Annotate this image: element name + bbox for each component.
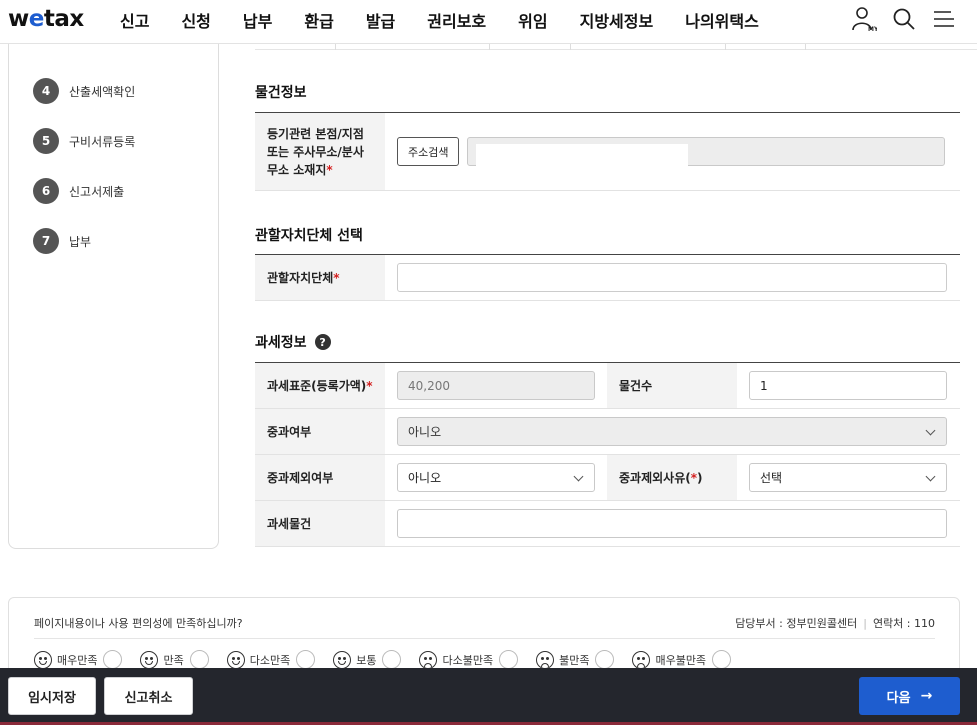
step-label: 산출세액확인 — [69, 84, 136, 99]
heavy-exclusion-reason-label: 중과제외사유(*) — [607, 455, 737, 500]
nav-item-apply[interactable]: 신청 — [181, 8, 210, 32]
nav-item-local-tax-info[interactable]: 지방세정보 — [580, 8, 654, 32]
heavy-tax-label: 중과여부 — [255, 409, 385, 454]
survey-option-somewhat-satisfied[interactable]: 다소만족 — [226, 650, 316, 669]
survey-question: 페이지내용이나 사용 편의성에 만족하십니까? — [34, 617, 243, 630]
required-mark: * — [326, 162, 333, 177]
chevron-down-icon — [925, 425, 936, 436]
radio-button[interactable] — [103, 650, 123, 669]
temp-save-button[interactable]: 임시저장 — [8, 677, 96, 715]
property-table: 등기관련 본점/지점 또는 주사무소/분사 무소 소재지* 주소검색 — [255, 112, 960, 191]
radio-button[interactable] — [712, 650, 732, 669]
step-number: 7 — [33, 228, 59, 254]
count-input[interactable]: 1 — [749, 371, 947, 400]
jurisdiction-row: 관할자치단체 * — [255, 255, 960, 301]
address-masked — [476, 144, 689, 166]
address-label: 등기관련 본점/지점 또는 주사무소/분사 무소 소재지* — [255, 113, 385, 190]
step-label: 신고서제출 — [69, 184, 125, 199]
tax-base-row: 과세표준(등록가액) * 40,200 물건수 1 — [255, 363, 960, 409]
neutral-face-icon — [333, 650, 352, 669]
happy-face-icon — [226, 650, 245, 669]
radio-button[interactable] — [499, 650, 519, 669]
nav-item-pay[interactable]: 납부 — [243, 8, 272, 32]
radio-button[interactable] — [382, 650, 402, 669]
scrolled-table-remnant — [255, 44, 977, 50]
jurisdiction-table: 관할자치단체 * — [255, 254, 960, 301]
survey-option-very-satisfied[interactable]: 매우만족 — [34, 650, 123, 669]
main-nav: 신고 신청 납부 환급 발급 권리보호 위임 지방세정보 나의위택스 — [120, 0, 791, 40]
heavy-exclusion-reason-select[interactable]: 선택 — [749, 463, 947, 492]
tax-object-label: 과세물건 — [255, 501, 385, 546]
chevron-down-icon — [925, 471, 936, 482]
nav-item-rights[interactable]: 권리보호 — [427, 8, 486, 32]
nav-item-refund[interactable]: 환급 — [304, 8, 333, 32]
heavy-tax-row: 중과여부 아니오 — [255, 409, 960, 455]
survey-option-dissatisfied[interactable]: 불만족 — [536, 650, 615, 669]
search-icon[interactable] — [891, 6, 917, 32]
sad-face-icon — [632, 650, 651, 669]
section-title-property: 물건정보 — [255, 85, 307, 101]
nav-item-issue[interactable]: 발급 — [366, 8, 395, 32]
step-label: 납부 — [69, 234, 92, 249]
step-number: 5 — [33, 128, 59, 154]
step-sidebar: 4 산출세액확인 5 구비서류등록 6 신고서제출 7 납부 — [8, 30, 219, 549]
survey-option-satisfied[interactable]: 만족 — [140, 650, 209, 669]
cancel-report-button[interactable]: 신고취소 — [104, 677, 193, 715]
heavy-exclusion-label: 중과제외여부 — [255, 455, 385, 500]
survey-option-neutral[interactable]: 보통 — [333, 650, 402, 669]
heavy-tax-select[interactable]: 아니오 — [397, 417, 947, 446]
address-search-button[interactable]: 주소검색 — [397, 137, 460, 166]
svg-text:MY: MY — [868, 26, 877, 32]
step-item-5: 5 구비서류등록 — [33, 128, 135, 154]
jurisdiction-input[interactable] — [397, 263, 947, 292]
nav-item-delegation[interactable]: 위임 — [518, 8, 547, 32]
address-input[interactable] — [467, 137, 946, 166]
divider — [34, 638, 935, 639]
tax-object-input[interactable] — [397, 509, 947, 538]
step-item-4: 4 산출세액확인 — [33, 78, 135, 104]
survey-option-very-dissatisfied[interactable]: 매우불만족 — [632, 650, 732, 669]
happy-face-icon — [34, 650, 52, 669]
tax-base-label: 과세표준(등록가액) * — [255, 363, 385, 408]
arrow-right-icon: → — [920, 688, 933, 704]
radio-button[interactable] — [296, 650, 316, 669]
nav-item-my-wetax[interactable]: 나의위택스 — [685, 8, 759, 32]
help-icon[interactable]: ? — [314, 334, 331, 350]
taxation-table: 과세표준(등록가액) * 40,200 물건수 1 중과여부 아니오 중과제외여부… — [255, 362, 960, 547]
sad-face-icon — [536, 650, 555, 669]
chevron-down-icon — [573, 471, 584, 482]
wetax-logo[interactable]: wetax — [8, 6, 84, 32]
bottom-action-bar: 임시저장 신고취소 다음 → — [0, 668, 977, 725]
heavy-exclusion-select[interactable]: 아니오 — [397, 463, 595, 492]
radio-button[interactable] — [595, 650, 615, 669]
step-item-7: 7 납부 — [33, 228, 91, 254]
my-user-icon[interactable]: MY — [851, 6, 879, 33]
site-header: wetax 신고 신청 납부 환급 발급 권리보호 위임 지방세정보 나의위택스… — [0, 0, 977, 44]
nav-item-report[interactable]: 신고 — [120, 8, 149, 32]
tax-object-row: 과세물건 — [255, 501, 960, 547]
count-label: 물건수 — [607, 363, 737, 408]
happy-face-icon — [140, 650, 159, 669]
address-row: 등기관련 본점/지점 또는 주사무소/분사 무소 소재지* 주소검색 — [255, 113, 960, 191]
heavy-exclusion-row: 중과제외여부 아니오 중과제외사유(*) 선택 — [255, 455, 960, 501]
survey-dept-info: 담당부서 : 정부민원콜센터 | 연락처 : 110 — [735, 617, 935, 630]
step-number: 6 — [33, 178, 59, 204]
section-title-jurisdiction: 관할자치단체 선택 — [255, 228, 363, 244]
header-icons: MY — [851, 6, 957, 33]
next-button[interactable]: 다음 → — [859, 677, 960, 715]
step-number: 4 — [33, 78, 59, 104]
step-label: 구비서류등록 — [69, 134, 136, 149]
jurisdiction-label: 관할자치단체 * — [255, 255, 385, 300]
survey-options: 매우만족 만족 다소만족 보통 다소불만족 불만족 매우불만족 — [34, 650, 749, 669]
step-item-6: 6 신고서제출 — [33, 178, 124, 204]
section-title-taxation: 과세정보 ? — [255, 332, 331, 352]
menu-icon[interactable] — [931, 6, 957, 32]
sad-face-icon — [419, 650, 438, 669]
tax-base-input[interactable]: 40,200 — [397, 371, 595, 400]
survey-option-somewhat-dissatisfied[interactable]: 다소불만족 — [419, 650, 519, 669]
radio-button[interactable] — [189, 650, 209, 669]
